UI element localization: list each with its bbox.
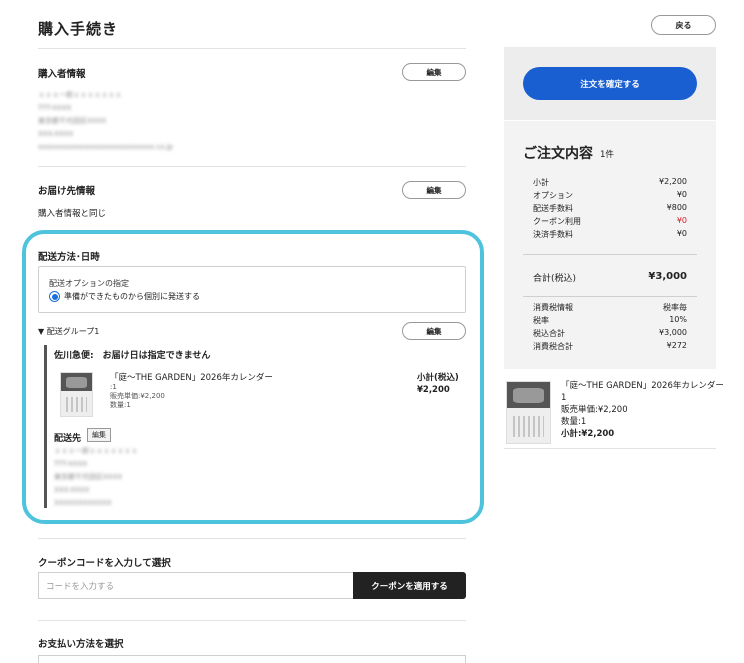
destination-edit-button[interactable]: 編集 — [87, 428, 111, 442]
tax-row: 税込合計 ¥3,000 — [533, 328, 687, 339]
summary-product-info: 「庭～THE GARDEN」2026年カレンダー 1 販売単価:¥2,200 数… — [561, 380, 724, 440]
divider — [38, 538, 466, 539]
shipping-option-label: 配送オプションの指定 — [49, 279, 129, 288]
product-name: 「庭～THE GARDEN」2026年カレンダー — [110, 373, 273, 383]
summary-row-label: 決済手数料 — [533, 230, 573, 239]
purchaser-line: 東京都千代田区XXXX — [38, 117, 107, 125]
coupon-title: クーポンコードを入力して選択 — [38, 558, 171, 569]
summary-row-value: ¥0 — [676, 216, 687, 225]
purchaser-details: ｘｘｘ一郎ｘｘｘｘｘｘｘ TTT-XXXX 東京都千代田区XXXX XXX-XX… — [38, 89, 173, 154]
coupon-code-input[interactable]: コードを入力する — [38, 572, 354, 599]
summary-row-label: 小計 — [533, 178, 549, 187]
purchaser-line: ｘｘｘ一郎ｘｘｘｘｘｘｘ — [38, 91, 122, 99]
summary-product-subtotal: 小計:¥2,200 — [561, 429, 615, 439]
tax-row-value: 10% — [669, 315, 687, 324]
delivery-address-title: お届け先情報 — [38, 186, 96, 197]
summary-product-option: 1 — [561, 393, 567, 403]
delivery-address-value: 購入者情報と同じ — [38, 209, 107, 219]
tax-row-label: 税込合計 — [533, 329, 565, 338]
divider — [504, 448, 716, 449]
summary-product-name: 「庭～THE GARDEN」2026年カレンダー — [561, 381, 724, 391]
shipping-option-value: 準備ができたものから個別に発送する — [64, 292, 200, 301]
delivery-group-bar — [44, 345, 47, 508]
tax-row-label: 税率 — [533, 316, 549, 325]
summary-divider — [523, 254, 697, 255]
summary-product-quantity: 数量:1 — [561, 417, 587, 427]
payment-method-select[interactable] — [38, 655, 466, 663]
product-quantity: 数量:1 — [110, 401, 131, 409]
product-info: 「庭～THE GARDEN」2026年カレンダー :1 販売単価:¥2,200 … — [110, 371, 273, 410]
summary-total-label: 合計(税込) — [533, 274, 577, 284]
summary-row-shipping-fee: 配送手数料 ¥800 — [533, 203, 687, 214]
back-button[interactable]: 戻る — [651, 15, 716, 35]
radio-selected-icon[interactable] — [49, 291, 60, 302]
divider — [38, 48, 466, 49]
tax-row: 消費税情報 税率毎 — [533, 302, 687, 313]
tax-row-value: ¥272 — [666, 341, 687, 350]
summary-product-unit-price: 販売単価:¥2,200 — [561, 405, 628, 415]
tax-row: 消費税合計 ¥272 — [533, 341, 687, 352]
carrier-text: 佐川急便: お届け日は指定できません — [54, 351, 211, 361]
summary-row-subtotal: 小計 ¥2,200 — [533, 177, 687, 188]
tax-row: 税率 10% — [533, 315, 687, 326]
purchaser-line: xxxxxxxxxxxxxxxxxxxxxxxxxxxx.co.jp — [38, 143, 173, 151]
purchaser-line: TTT-XXXX — [38, 104, 72, 112]
tax-row-label: 消費税合計 — [533, 342, 573, 351]
summary-row-label: 配送手数料 — [533, 204, 573, 213]
destination-line: TTT-XXXX — [54, 460, 88, 468]
product-subtotal: 小計(税込) ¥2,200 — [417, 372, 459, 396]
product-subtotal-value: ¥2,200 — [417, 385, 450, 395]
page-title: 購入手続き — [38, 20, 119, 38]
summary-row-label: オプション — [533, 191, 573, 200]
divider — [38, 166, 466, 167]
tax-row-value: ¥3,000 — [659, 328, 687, 337]
summary-row-payment-fee: 決済手数料 ¥0 — [533, 229, 687, 240]
summary-total: 合計(税込) ¥3,000 — [533, 271, 687, 284]
summary-row-value: ¥2,200 — [659, 177, 687, 186]
summary-row-coupon: クーポン利用 ¥0 — [533, 216, 687, 227]
destination-line: XXXXXXXXXXXX — [54, 499, 112, 507]
apply-coupon-button[interactable]: クーポンを適用する — [353, 572, 466, 599]
summary-product-thumbnail — [506, 381, 551, 444]
divider — [38, 620, 466, 621]
destination-line: ｘｘｘ一郎ｘｘｘｘｘｘｘ — [54, 447, 138, 455]
summary-row-value: ¥0 — [676, 190, 687, 199]
purchaser-line: XXX-XXXX — [38, 130, 74, 138]
purchaser-title: 購入者情報 — [38, 69, 86, 80]
destination-label: 配送先 — [54, 434, 82, 444]
tax-row-label: 消費税情報 — [533, 303, 573, 312]
product-unit-price: 販売単価:¥2,200 — [110, 392, 165, 400]
summary-row-value: ¥0 — [676, 229, 687, 238]
destination-line: 東京都千代田区XXXX — [54, 473, 123, 481]
product-thumbnail — [60, 372, 93, 417]
product-subtotal-label: 小計(税込) — [417, 373, 459, 383]
summary-row-label: クーポン利用 — [533, 217, 581, 226]
summary-row-option: オプション ¥0 — [533, 190, 687, 201]
order-item-count: 1件 — [600, 150, 614, 160]
destination-line: XXX-XXXX — [54, 486, 90, 494]
delivery-group-toggle[interactable]: ▼ 配送グループ1 — [38, 326, 99, 337]
shipping-title: 配送方法･日時 — [38, 252, 100, 263]
delivery-group-edit-button[interactable]: 編集 — [402, 322, 466, 340]
summary-row-value: ¥800 — [666, 203, 687, 212]
shipping-option-radio[interactable]: 準備ができたものから個別に発送する — [49, 291, 200, 302]
summary-divider — [523, 296, 697, 297]
order-summary-title: ご注文内容 — [523, 146, 593, 162]
summary-total-value: ¥3,000 — [648, 271, 687, 282]
shipping-option-box: 配送オプションの指定 準備ができたものから個別に発送する — [38, 266, 466, 313]
purchaser-edit-button[interactable]: 編集 — [402, 63, 466, 81]
confirm-order-button[interactable]: 注文を確定する — [523, 67, 697, 100]
tax-row-value: 税率毎 — [663, 303, 687, 312]
product-option: :1 — [110, 383, 117, 391]
payment-title: お支払い方法を選択 — [38, 639, 124, 650]
destination-details: ｘｘｘ一郎ｘｘｘｘｘｘｘ TTT-XXXX 東京都千代田区XXXX XXX-XX… — [54, 445, 138, 510]
delivery-address-edit-button[interactable]: 編集 — [402, 181, 466, 199]
